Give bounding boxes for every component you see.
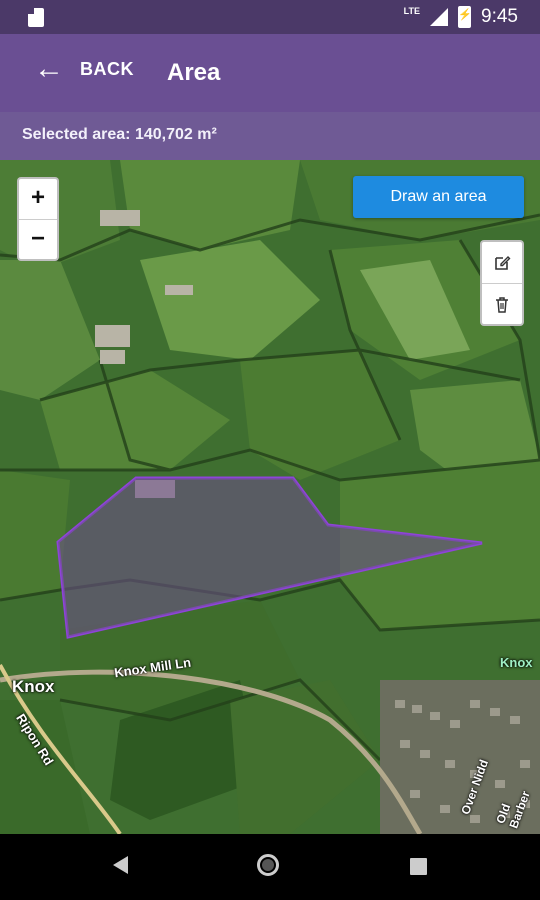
edit-icon[interactable] — [482, 242, 522, 283]
selected-area-bar: Selected area: 140,702 m² — [0, 112, 540, 160]
clock: 9:45 — [481, 6, 518, 27]
zoom-in-button[interactable]: + — [19, 179, 57, 219]
trash-icon[interactable] — [482, 284, 522, 325]
home-nav-icon[interactable] — [257, 854, 279, 876]
app-bar: ← BACK Area — [0, 34, 540, 112]
back-button[interactable]: ← BACK — [34, 54, 134, 84]
network-type: LTE — [403, 6, 421, 16]
battery-charging-icon — [458, 6, 472, 28]
arrow-left-icon: ← — [34, 52, 64, 85]
zoom-control: + − — [17, 177, 59, 261]
zoom-out-button[interactable]: − — [19, 220, 57, 260]
back-nav-icon[interactable] — [113, 856, 128, 874]
draw-toolbar — [480, 240, 524, 326]
status-bar: LTE 9:45 — [0, 0, 540, 34]
back-label: BACK — [80, 58, 134, 79]
map-imagery — [0, 160, 540, 834]
recent-apps-icon[interactable] — [410, 858, 427, 875]
sd-card-icon — [28, 8, 44, 27]
satellite-map[interactable]: Knox Knox Mill Ln Ripon Rd Over Nidd Old… — [0, 160, 540, 834]
draw-area-button[interactable]: Draw an area — [353, 176, 524, 218]
system-nav-bar — [0, 834, 540, 900]
map-label-place: Knox — [12, 677, 55, 696]
map-label-place: Knox — [500, 655, 533, 670]
selected-area-text: Selected area: 140,702 m² — [22, 126, 217, 143]
page-title: Area — [167, 59, 221, 86]
signal-icon — [430, 8, 449, 26]
